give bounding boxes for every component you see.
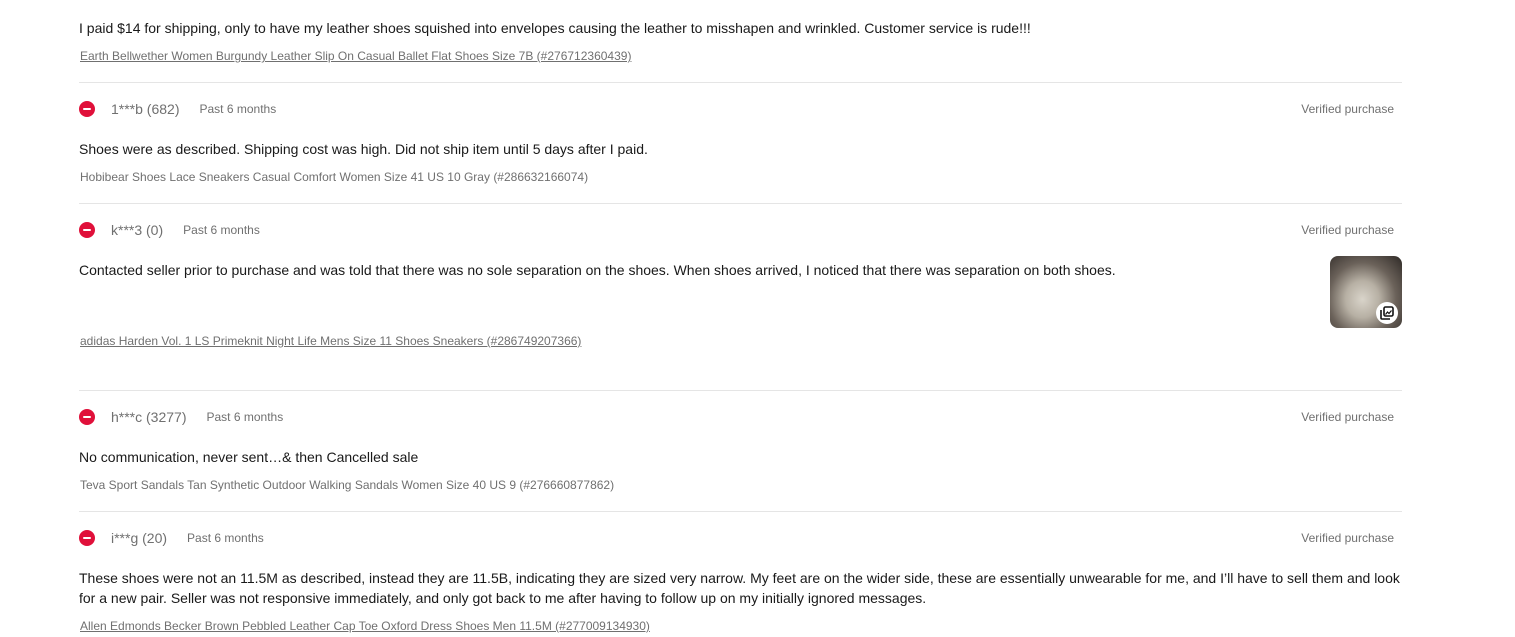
reviewer-name: 1***b (682)	[111, 101, 180, 117]
review-text: These shoes were not an 11.5M as describ…	[79, 570, 1400, 606]
item-title: Teva Sport Sandals Tan Synthetic Outdoor…	[80, 478, 615, 492]
review-time: Past 6 months	[183, 223, 260, 237]
review-item: h***c (3277) Past 6 months Verified purc…	[79, 390, 1402, 493]
review-photo-thumbnail[interactable]	[1330, 256, 1402, 328]
negative-rating-icon	[79, 530, 95, 546]
item-title: Hobibear Shoes Lace Sneakers Casual Comf…	[80, 170, 589, 184]
review-text: No communication, never sent…& then Canc…	[79, 449, 419, 465]
review-header: h***c (3277) Past 6 months Verified purc…	[79, 407, 1402, 427]
reviewer-name: h***c (3277)	[111, 409, 187, 425]
review-item: k***3 (0) Past 6 months Verified purchas…	[79, 203, 1402, 373]
review-text: Contacted seller prior to purchase and w…	[79, 262, 1116, 278]
negative-rating-icon	[79, 101, 95, 117]
review-item: 1***b (682) Past 6 months Verified purch…	[79, 82, 1402, 185]
review-item: I paid $14 for shipping, only to have my…	[79, 0, 1402, 64]
review-time: Past 6 months	[187, 531, 264, 545]
verified-purchase-label: Verified purchase	[1301, 410, 1394, 424]
verified-purchase-label: Verified purchase	[1301, 102, 1394, 116]
item-link[interactable]: adidas Harden Vol. 1 LS Primeknit Night …	[80, 333, 581, 349]
review-time: Past 6 months	[199, 102, 277, 116]
reviewer-name: k***3 (0)	[111, 222, 164, 238]
item-link[interactable]: Earth Bellwether Women Burgundy Leather …	[80, 48, 1402, 64]
negative-rating-icon	[79, 409, 95, 425]
review-item: i***g (20) Past 6 months Verified purcha…	[79, 511, 1402, 634]
negative-rating-icon	[79, 222, 95, 238]
review-text: Shoes were as described. Shipping cost w…	[79, 141, 648, 157]
reviewer-name: i***g (20)	[111, 530, 168, 546]
review-header: i***g (20) Past 6 months Verified purcha…	[79, 528, 1402, 548]
verified-purchase-label: Verified purchase	[1301, 531, 1394, 545]
review-header: 1***b (682) Past 6 months Verified purch…	[79, 99, 1402, 119]
image-gallery-icon	[1376, 302, 1398, 324]
review-header: k***3 (0) Past 6 months Verified purchas…	[79, 220, 1402, 240]
review-text: I paid $14 for shipping, only to have my…	[79, 20, 1031, 36]
feedback-list: I paid $14 for shipping, only to have my…	[79, 0, 1402, 634]
item-link[interactable]: Allen Edmonds Becker Brown Pebbled Leath…	[80, 618, 1402, 634]
verified-purchase-label: Verified purchase	[1301, 223, 1394, 237]
review-time: Past 6 months	[206, 410, 284, 424]
